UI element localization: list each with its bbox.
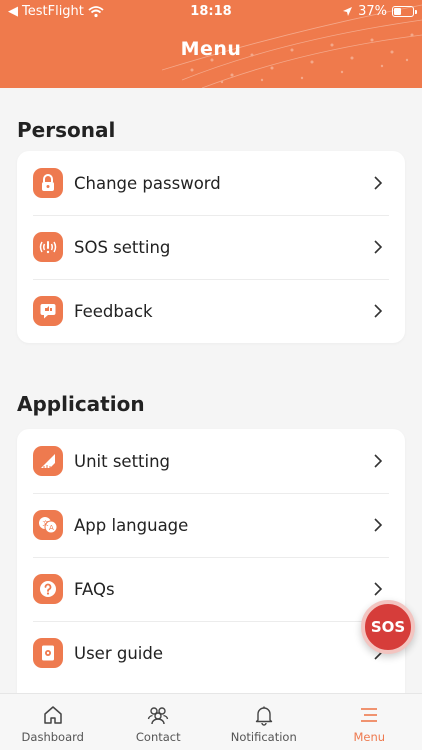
- home-icon: [44, 706, 62, 724]
- svg-text:文: 文: [43, 520, 49, 528]
- question-icon: [33, 574, 63, 604]
- battery-icon: [392, 6, 417, 17]
- bell-icon: [255, 706, 272, 726]
- ruler-icon: [33, 446, 63, 476]
- menu-item-label: SOS setting: [74, 237, 171, 257]
- battery-percent: 37%: [358, 4, 387, 19]
- chevron-right-icon: [374, 240, 383, 254]
- header-bar: ◀ TestFlight 18:18 37% Menu: [0, 0, 422, 88]
- tab-menu[interactable]: Menu: [317, 694, 422, 750]
- status-right: 37%: [342, 4, 417, 19]
- menu-item-unit-setting[interactable]: Unit setting: [17, 429, 405, 493]
- sos-button[interactable]: SOS: [361, 600, 415, 654]
- menu-item-label: Feedback: [74, 301, 153, 321]
- status-bar: ◀ TestFlight 18:18 37%: [0, 0, 422, 24]
- tab-label: Menu: [353, 730, 386, 744]
- section-title-personal: Personal: [17, 118, 116, 142]
- personal-card: Change password SOS setting Feedback: [17, 151, 405, 343]
- tab-label: Contact: [135, 730, 181, 744]
- chevron-right-icon: [374, 304, 383, 318]
- menu-item-label: FAQs: [74, 579, 115, 599]
- menu-item-label: App language: [74, 515, 189, 535]
- lock-icon: [33, 168, 63, 198]
- tab-dashboard[interactable]: Dashboard: [0, 694, 106, 750]
- menu-item-app-language[interactable]: 文 A App language: [17, 493, 405, 557]
- menu-item-change-password[interactable]: Change password: [17, 151, 405, 215]
- tab-bar: Dashboard Contact Notification Menu: [0, 693, 422, 750]
- chevron-right-icon: [374, 518, 383, 532]
- tab-label: Dashboard: [21, 730, 84, 744]
- menu-item-user-guide[interactable]: User guide: [17, 621, 405, 685]
- chevron-right-icon: [374, 454, 383, 468]
- tab-notification[interactable]: Notification: [211, 694, 317, 750]
- chevron-right-icon: [374, 582, 383, 596]
- chevron-right-icon: [374, 176, 383, 190]
- translate-icon: 文 A: [33, 510, 63, 540]
- tab-contact[interactable]: Contact: [106, 694, 212, 750]
- application-card: Unit setting 文 A App language FAQs User …: [17, 429, 405, 693]
- alert-signal-icon: [33, 232, 63, 262]
- section-title-application: Application: [17, 392, 145, 416]
- tab-label: Notification: [230, 730, 297, 744]
- menu-item-sos-setting[interactable]: SOS setting: [17, 215, 405, 279]
- menu-item-label: Change password: [74, 173, 221, 193]
- svg-text:A: A: [49, 524, 54, 532]
- feedback-icon: [33, 296, 63, 326]
- page-title: Menu: [180, 38, 242, 60]
- location-arrow-icon: [343, 7, 353, 16]
- menu-item-label: Unit setting: [74, 451, 171, 471]
- guide-book-icon: [33, 638, 63, 668]
- contacts-icon: [148, 707, 169, 725]
- menu-item-feedback[interactable]: Feedback: [17, 279, 405, 343]
- menu-item-label: User guide: [74, 643, 163, 663]
- menu-icon: [361, 708, 378, 722]
- menu-item-faqs[interactable]: FAQs: [17, 557, 405, 621]
